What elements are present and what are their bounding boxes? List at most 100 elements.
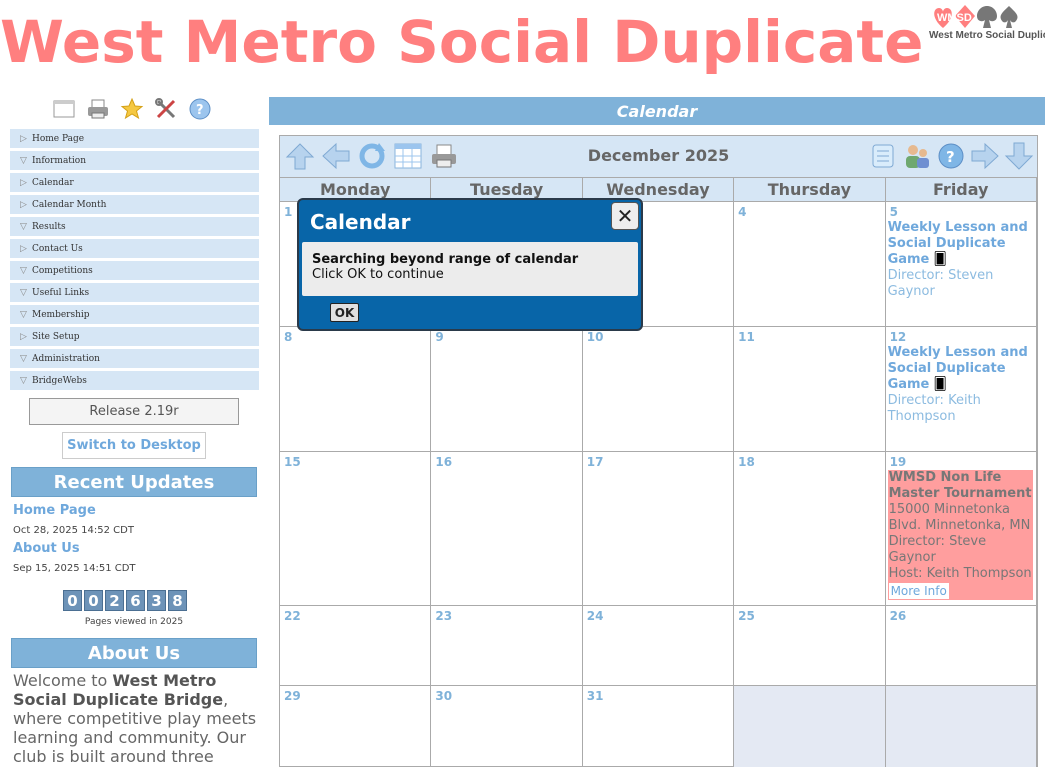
more-info-link[interactable]: More Info <box>888 583 949 599</box>
calendar-day[interactable]: 11 <box>734 327 886 451</box>
triangle-right-icon: ▷ <box>20 133 27 144</box>
event-director: Director: Steve Gaynor <box>888 534 987 565</box>
event-title[interactable]: Weekly Lesson and Social Duplicate Game <box>888 220 1028 267</box>
wmsd-logo-icon: WMSD <box>934 5 1018 28</box>
window-icon[interactable] <box>52 97 76 121</box>
calendar-day[interactable]: 12 Weekly Lesson and Social Duplicate Ga… <box>886 327 1037 451</box>
recent-link-home-page[interactable]: Home Page <box>13 503 96 518</box>
sidebar-item-label: Administration <box>32 353 100 364</box>
calendar-day[interactable]: 17 <box>583 452 735 605</box>
sidebar-item-results[interactable]: ▽ Results <box>10 217 259 237</box>
logo-caption: West Metro Social Duplica <box>929 30 1045 41</box>
calendar-day[interactable]: 31 <box>583 686 735 767</box>
calendar-day-empty <box>734 686 886 767</box>
event-title[interactable]: WMSD Non Life Master Tournament <box>889 470 1033 502</box>
triangle-down-icon: ▽ <box>20 155 27 166</box>
triangle-right-icon: ▷ <box>20 243 27 254</box>
calendar-event[interactable]: Weekly Lesson and Social Duplicate Game … <box>888 345 1032 425</box>
arrow-left-icon[interactable] <box>320 140 352 172</box>
printer-icon[interactable] <box>428 140 460 172</box>
counter-digit: 0 <box>63 590 82 611</box>
page-view-counter: 0 0 2 6 3 8 <box>63 590 187 611</box>
calendar-day[interactable]: 18 <box>734 452 886 605</box>
arrow-down-icon[interactable] <box>1003 140 1035 172</box>
recent-date: Oct 28, 2025 14:52 CDT <box>13 525 134 536</box>
calendar-day[interactable]: 5 Weekly Lesson and Social Duplicate Gam… <box>886 202 1037 326</box>
side-menu: ▷ Home Page ▽ Information ▷ Calendar ▷ Calendar… <box>10 129 259 393</box>
sidebar-item-label: BridgeWebs <box>32 375 87 386</box>
sidebar-item-bridgewebs[interactable]: ▽ BridgeWebs <box>10 371 259 391</box>
calendar-week: 15 16 17 18 19 WMSD Non Life Master Tour… <box>280 451 1037 605</box>
dialog-message: Searching beyond range of calendar <box>312 252 579 267</box>
triangle-down-icon: ▽ <box>20 265 27 276</box>
help-icon[interactable]: ? <box>188 97 212 121</box>
arrow-right-icon[interactable] <box>969 140 1001 172</box>
close-icon[interactable]: ✕ <box>611 202 639 230</box>
calendar-week: 8 9 10 11 12 Weekly Lesson and Social Du… <box>280 326 1037 451</box>
event-director: Director: Steven Gaynor <box>887 268 994 299</box>
calendar-event[interactable]: Weekly Lesson and Social Duplicate Game … <box>888 220 1032 300</box>
calendar-event-highlighted[interactable]: WMSD Non Life Master Tournament 15000 Mi… <box>887 470 1033 600</box>
calendar-grid-icon[interactable] <box>392 140 424 172</box>
sidebar-item-administration[interactable]: ▽ Administration <box>10 349 259 369</box>
dialog-body: Searching beyond range of calendar Click… <box>302 242 638 296</box>
scroll-icon[interactable] <box>867 140 899 172</box>
calendar-day[interactable]: 9 <box>431 327 583 451</box>
calendar-day[interactable]: 10 <box>583 327 735 451</box>
cards-icon: 🂠 <box>933 252 947 267</box>
calendar-day[interactable]: 23 <box>431 606 583 685</box>
triangle-down-icon: ▽ <box>20 375 27 386</box>
counter-caption: Pages viewed in 2025 <box>84 617 184 627</box>
cards-icon: 🂠 <box>933 377 947 392</box>
sidebar-item-contact-us[interactable]: ▷ Contact Us <box>10 239 259 259</box>
logo-letter: WMSD <box>937 12 972 24</box>
sidebar-item-calendar-month[interactable]: ▷ Calendar Month <box>10 195 259 215</box>
welcome-text: Welcome to West Metro Social Duplicate B… <box>13 671 257 766</box>
calendar-day[interactable]: 22 <box>280 606 432 685</box>
calendar-week: 29 30 31 <box>280 685 1037 767</box>
calendar-banner: Calendar <box>269 97 1045 125</box>
sidebar-item-label: Results <box>32 221 66 232</box>
triangle-right-icon: ▷ <box>20 177 27 188</box>
sidebar-item-site-setup[interactable]: ▷ Site Setup <box>10 327 259 347</box>
dialog-title: Calendar <box>310 210 411 234</box>
sidebar-item-information[interactable]: ▽ Information <box>10 151 259 171</box>
calendar-day[interactable]: 8 <box>280 327 432 451</box>
calendar-week: 22 23 24 25 26 <box>280 605 1037 685</box>
switch-to-desktop-button[interactable]: Switch to Desktop <box>62 432 206 459</box>
calendar-day[interactable]: 4 <box>734 202 886 326</box>
calendar-day[interactable]: 25 <box>734 606 886 685</box>
svg-text:?: ? <box>196 103 204 118</box>
users-icon[interactable] <box>901 140 933 172</box>
sidebar-item-home-page[interactable]: ▷ Home Page <box>10 129 259 149</box>
calendar-day[interactable]: 19 WMSD Non Life Master Tournament 15000… <box>886 452 1037 605</box>
recent-updates-heading: Recent Updates <box>11 467 257 497</box>
counter-digit: 2 <box>105 590 124 611</box>
sidebar-item-competitions[interactable]: ▽ Competitions <box>10 261 259 281</box>
site-logo[interactable]: WMSD West Metro Social Duplica <box>929 2 1045 44</box>
calendar-day[interactable]: 15 <box>280 452 432 605</box>
event-title[interactable]: Weekly Lesson and Social Duplicate Game <box>888 345 1028 392</box>
sidebar-item-label: Membership <box>32 309 90 320</box>
ok-button[interactable]: OK <box>330 303 359 322</box>
printer-icon[interactable] <box>86 97 110 121</box>
refresh-icon[interactable] <box>356 140 388 172</box>
sidebar-item-label: Contact Us <box>32 243 83 254</box>
triangle-down-icon: ▽ <box>20 221 27 232</box>
star-icon[interactable] <box>120 97 144 121</box>
sidebar-item-membership[interactable]: ▽ Membership <box>10 305 259 325</box>
calendar-day[interactable]: 26 <box>886 606 1037 685</box>
recent-link-about-us[interactable]: About Us <box>13 541 80 556</box>
tools-icon[interactable] <box>154 97 178 121</box>
arrow-up-icon[interactable] <box>284 140 316 172</box>
sidebar-item-useful-links[interactable]: ▽ Useful Links <box>10 283 259 303</box>
calendar-day[interactable]: 30 <box>431 686 583 767</box>
calendar-day[interactable]: 24 <box>583 606 735 685</box>
calendar-day[interactable]: 29 <box>280 686 432 767</box>
help-globe-icon[interactable]: ? <box>935 140 967 172</box>
counter-digit: 0 <box>84 590 103 611</box>
dow-header: Thursday <box>734 177 886 201</box>
calendar-day[interactable]: 16 <box>431 452 583 605</box>
event-address: 15000 Minnetonka Blvd. Minnetonka, MN <box>888 502 1031 533</box>
sidebar-item-calendar[interactable]: ▷ Calendar <box>10 173 259 193</box>
